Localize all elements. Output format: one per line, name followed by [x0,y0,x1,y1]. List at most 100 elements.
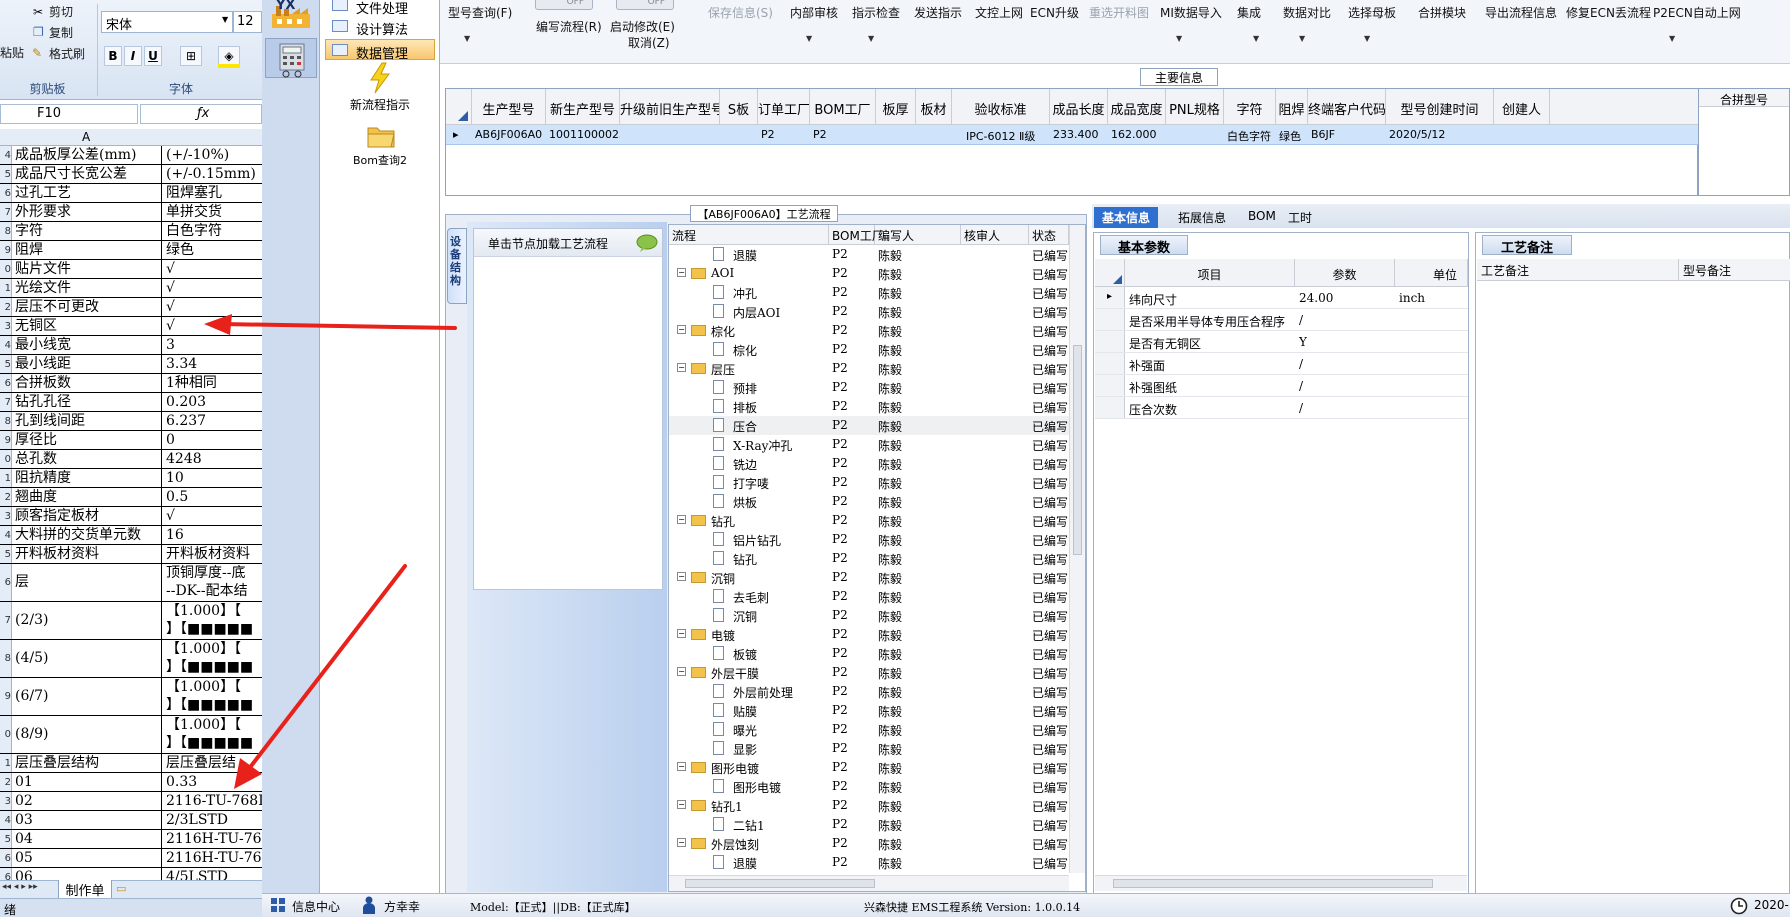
collapse-icon[interactable]: − [677,325,686,334]
row-number[interactable]: 5 [0,830,12,848]
cell[interactable]: 233.400 [1050,125,1108,145]
flow-row[interactable]: 钻孔 P2 陈毅 已编写 [669,549,1069,568]
flow-row[interactable]: − 层压 P2 陈毅 已编写 [669,359,1069,378]
flow-row[interactable]: 板镀 P2 陈毅 已编写 [669,644,1069,663]
cell-a[interactable]: 阻抗精度 [14,469,162,487]
formula-bar[interactable]: ƒx [140,104,262,124]
cell[interactable] [720,125,758,145]
side-tab-equipment[interactable]: 设备结构 [447,228,467,304]
tab-bom[interactable]: BOM [1240,207,1284,228]
cell-a[interactable]: (8/9) [14,716,162,753]
cell-a[interactable]: (6/7) [14,678,162,715]
grid-icon[interactable] [270,897,286,913]
cell-a[interactable]: 成品板厚公差(mm) [14,146,162,164]
column-header[interactable]: 生产型号 [472,89,546,125]
column-header[interactable]: 验收标准 [952,89,1050,125]
toolbar-button[interactable]: 导出流程信息 [1485,4,1557,21]
params-horizontal-scrollbar[interactable] [1095,875,1467,891]
row-number[interactable]: 3 [0,317,12,335]
flow-row[interactable]: 贴膜 P2 陈毅 已编写 [669,701,1069,720]
row-selector-header[interactable] [1095,259,1125,287]
toolbar-button[interactable]: 合拼模块 [1418,4,1466,21]
cell-b[interactable]: 绿色 [165,241,262,259]
cell[interactable] [1494,125,1550,145]
bold-button[interactable]: B [104,46,122,66]
flow-row[interactable]: 曝光 P2 陈毅 已编写 [669,720,1069,739]
format-painter-button[interactable]: 格式刷 [49,45,85,62]
cell-b[interactable]: √ [165,260,262,278]
cell-b[interactable]: 2116-TU-768I [165,792,262,810]
row-number[interactable]: 9 [0,241,12,259]
cell-a[interactable]: 04 [14,830,162,848]
flow-row[interactable]: 烘板 P2 陈毅 已编写 [669,492,1069,511]
toggle-switch[interactable]: OFF [616,0,674,10]
tab-extended-info[interactable]: 拓展信息 [1170,207,1234,228]
cell-b[interactable]: 【1.000】【 】【■■■■■ [165,678,262,715]
row-selector[interactable] [1095,309,1125,330]
flow-row[interactable]: 去毛刺 P2 陈毅 已编写 [669,587,1069,606]
column-header[interactable]: 编写人 [875,225,961,245]
cell-b[interactable]: 阻焊塞孔 [165,184,262,202]
node-list[interactable]: 单击节点加载工艺流程 [473,228,663,590]
cell-b[interactable]: 2116H-TU-768 [165,830,262,848]
cell-b[interactable]: 单拼交货 [165,203,262,221]
row-number[interactable]: 4 [0,146,12,164]
cell-b[interactable]: 顶铜厚度--底 --DK--配本结 [165,564,262,601]
toolbar-button[interactable]: 重选开料图 [1089,4,1149,21]
tab-nav-arrows-icon[interactable]: ◂◂ ◂ ▸ ▸▸ [2,882,38,892]
column-header[interactable]: 字符 [1224,89,1276,125]
flow-row[interactable]: 内层AOI P2 陈毅 已编写 [669,302,1069,321]
column-header[interactable]: 阻焊 [1276,89,1308,125]
toolbar-button[interactable]: 集成 [1237,4,1261,21]
param-row[interactable]: ▸ 纬向尺寸 24.00 inch [1095,287,1468,309]
collapse-icon[interactable]: − [677,838,686,847]
row-number[interactable]: 5 [0,165,12,183]
cell[interactable] [876,125,916,145]
cell-a[interactable]: 翘曲度 [14,488,162,506]
calculator-module-button[interactable] [265,38,317,78]
flow-row[interactable]: 退膜 P2 陈毅 已编写 [669,245,1069,264]
toolbar-button[interactable]: 启动修改(E) [610,18,675,35]
cell-b[interactable]: 白色字符 [165,222,262,240]
collapse-icon[interactable]: − [677,572,686,581]
column-header[interactable]: 订单工厂 [758,89,810,125]
cell-a[interactable]: 02 [14,792,162,810]
column-header[interactable]: 成品长度 [1050,89,1108,125]
cell-b[interactable]: 层压叠层结 [165,754,262,772]
bom-query-button[interactable]: Bom查询2 [320,122,440,168]
toggle-switch[interactable]: OFF [535,0,593,10]
cell[interactable]: 2020/5/12 [1386,125,1494,145]
cell[interactable] [620,125,720,145]
chevron-down-icon[interactable]: ▼ [806,34,812,43]
cell-a[interactable]: 层压叠层结构 [14,754,162,772]
cell[interactable] [916,125,952,145]
flow-row[interactable]: 铝片钻孔 P2 陈毅 已编写 [669,530,1069,549]
cell-b[interactable]: 16 [165,526,262,544]
cell-a[interactable]: (2/3) [14,602,162,639]
cell[interactable]: 10011000025678 [546,125,620,145]
cell-a[interactable]: 大料拼的交货单元数 [14,526,162,544]
chevron-down-icon[interactable]: ▼ [1176,34,1182,43]
column-header[interactable]: BOM工厂 [829,225,884,245]
flow-row[interactable]: − 图形电镀 P2 陈毅 已编写 [669,758,1069,777]
cell-a[interactable]: 阻焊 [14,241,162,259]
cell-a[interactable]: 钻孔孔径 [14,393,162,411]
toolbar-button[interactable]: 型号查询(F) [448,4,512,21]
flow-vertical-scrollbar[interactable] [1069,225,1085,873]
collapse-icon[interactable]: − [677,515,686,524]
sheet-tab-active[interactable]: 制作单 [58,880,112,899]
param-value[interactable]: Y [1299,335,1307,349]
cell-b[interactable]: 【1.000】【 】【■■■■■ [165,640,262,677]
cell-b[interactable]: 0.33 [165,773,262,791]
flow-row[interactable]: 沉铜 P2 陈毅 已编写 [669,606,1069,625]
scroll-thumb[interactable] [1073,345,1082,555]
flow-row[interactable]: 外层前处理 P2 陈毅 已编写 [669,682,1069,701]
toolbar-button[interactable]: 指示检查 [852,4,900,21]
underline-button[interactable]: U [144,46,162,66]
cell-a[interactable]: 总孔数 [14,450,162,468]
cell-a[interactable]: 孔到线间距 [14,412,162,430]
cell-a[interactable]: 贴片文件 [14,260,162,278]
cell-b[interactable]: 2116H-TU-768 [165,849,262,867]
cell-b[interactable]: 4248 [165,450,262,468]
row-number[interactable]: 4 [0,811,12,829]
